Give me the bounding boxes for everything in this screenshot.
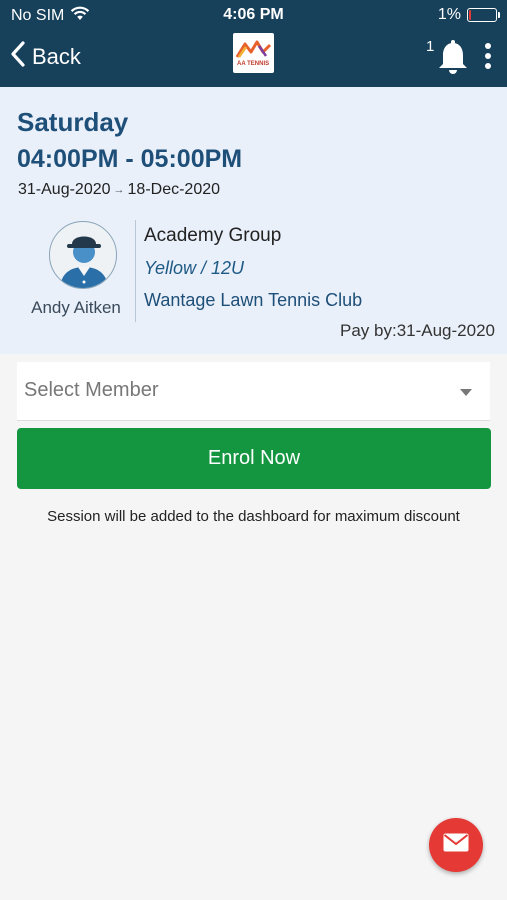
session-details: Academy Group Yellow / 12U Wantage Lawn … bbox=[144, 225, 362, 310]
mail-icon bbox=[443, 833, 469, 857]
divider bbox=[135, 220, 136, 322]
back-button[interactable]: Back bbox=[10, 40, 81, 73]
arrow-right-icon: → bbox=[113, 184, 125, 196]
message-fab[interactable] bbox=[429, 818, 483, 872]
session-date-range: 31-Aug-2020 → 18-Dec-2020 bbox=[18, 181, 220, 199]
notifications-button[interactable]: 1 bbox=[426, 36, 470, 80]
caret-down-icon bbox=[460, 389, 472, 396]
session-level: Yellow / 12U bbox=[144, 258, 245, 278]
pay-by-date: Pay by:31-Aug-2020 bbox=[340, 321, 495, 340]
battery-status: 1% bbox=[437, 6, 500, 24]
coach-avatar-icon bbox=[49, 221, 117, 289]
session-group: Academy Group bbox=[144, 225, 282, 246]
more-dot bbox=[485, 43, 491, 49]
more-options-button[interactable] bbox=[478, 40, 498, 74]
chevron-left-icon bbox=[10, 40, 26, 73]
coach-profile: Andy Aitken bbox=[15, 220, 135, 325]
start-date: 31-Aug-2020 bbox=[18, 181, 111, 198]
back-label: Back bbox=[32, 43, 81, 69]
app-header: No SIM 4:06 PM 1% Back AA TENNIS 1 bbox=[0, 0, 507, 87]
enrol-now-button[interactable]: Enrol Now bbox=[17, 428, 491, 489]
battery-fill bbox=[469, 10, 472, 20]
app-logo: AA TENNIS bbox=[233, 33, 274, 73]
session-time-range: 04:00PM - 05:00PM bbox=[17, 145, 243, 173]
status-bar: No SIM 4:06 PM 1% bbox=[0, 0, 507, 30]
battery-percent: 1% bbox=[437, 6, 461, 23]
notification-count: 1 bbox=[426, 38, 435, 55]
coach-name: Andy Aitken bbox=[31, 298, 121, 317]
dashboard-note: Session will be added to the dashboard f… bbox=[47, 508, 460, 525]
clock: 4:06 PM bbox=[223, 6, 284, 23]
more-dot bbox=[485, 53, 491, 59]
end-date: 18-Dec-2020 bbox=[127, 181, 221, 198]
session-club: Wantage Lawn Tennis Club bbox=[144, 290, 363, 310]
more-dot bbox=[485, 63, 491, 69]
select-member-placeholder: Select Member bbox=[24, 379, 159, 401]
battery-icon bbox=[467, 8, 500, 22]
logo-text: AA TENNIS bbox=[237, 61, 270, 67]
nav-bar: Back AA TENNIS 1 bbox=[0, 30, 507, 87]
select-member-dropdown[interactable]: Select Member bbox=[17, 362, 490, 421]
session-card: Saturday 04:00PM - 05:00PM 31-Aug-2020 →… bbox=[0, 87, 507, 354]
session-day: Saturday bbox=[17, 107, 129, 137]
